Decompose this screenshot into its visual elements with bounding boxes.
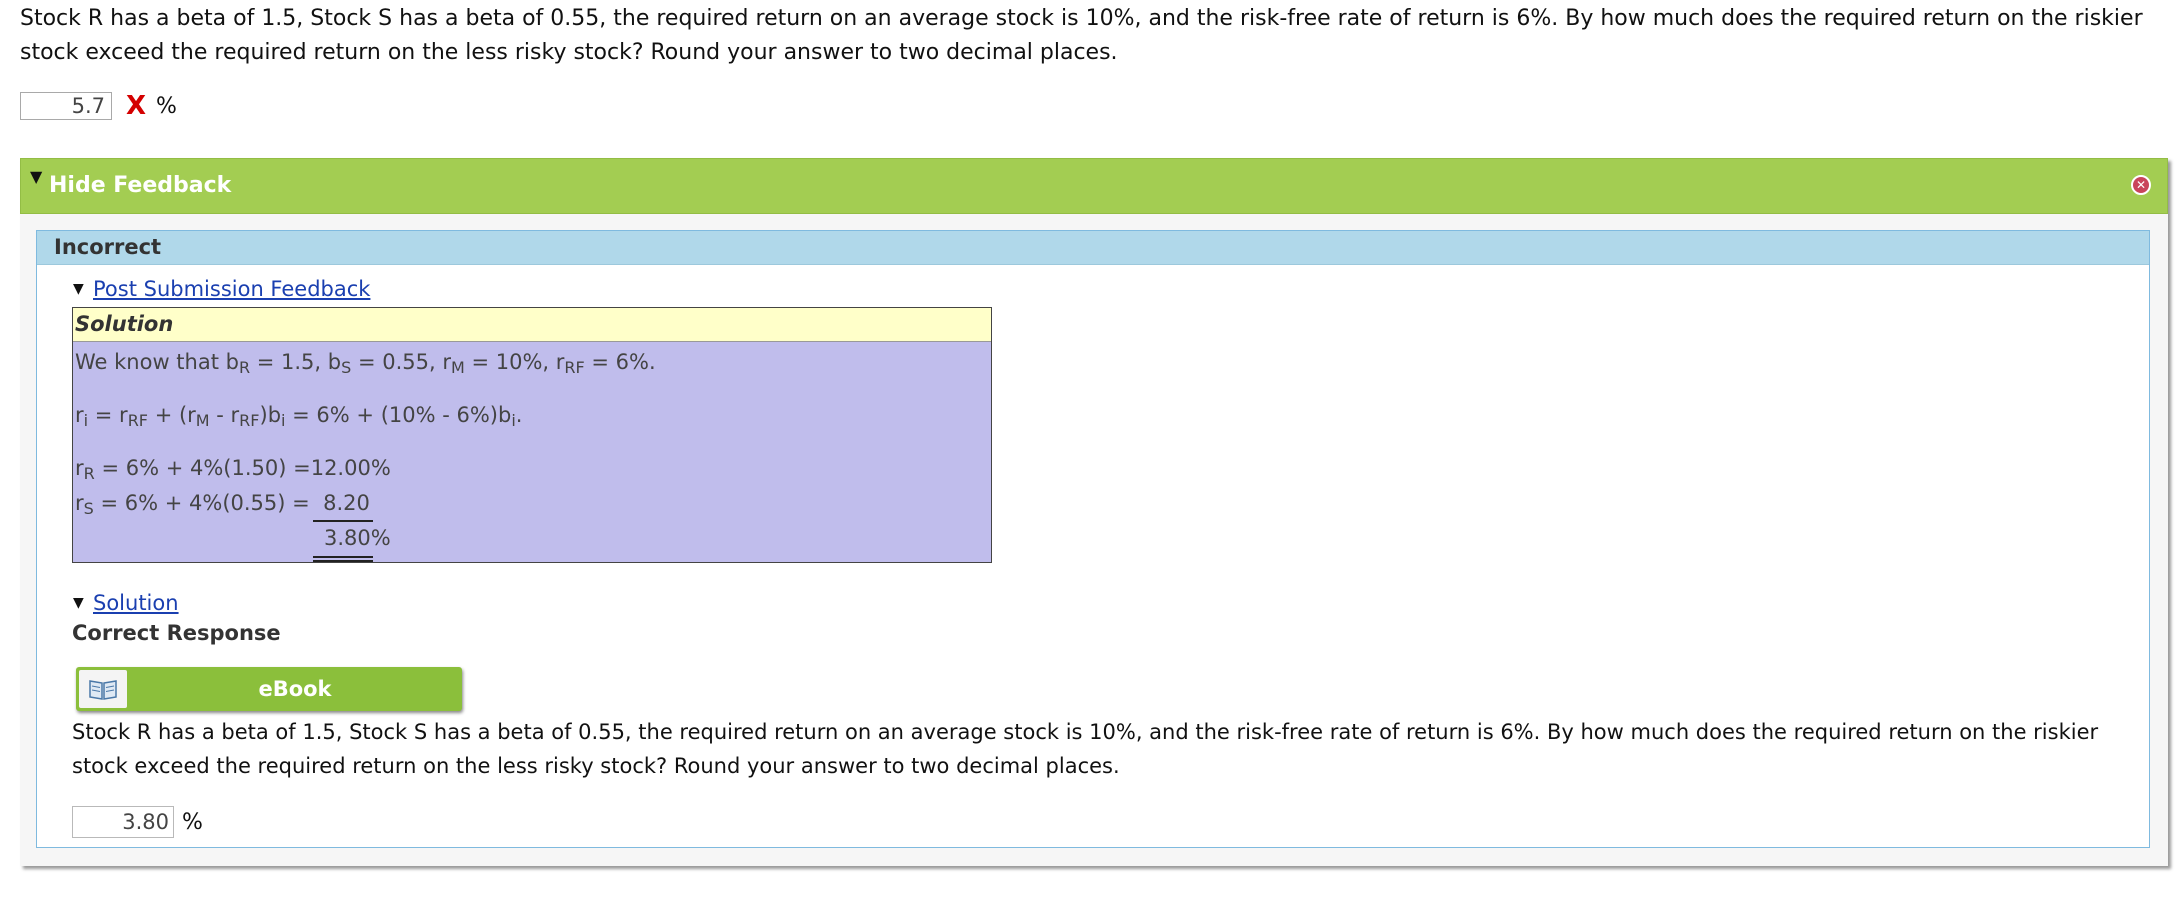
status-bar: Incorrect: [37, 231, 2149, 265]
double-underline: [313, 556, 373, 558]
page: Stock R has a beta of 1.5, Stock S has a…: [0, 0, 2182, 902]
ebook-button[interactable]: eBook: [76, 667, 462, 711]
double-underline: [313, 560, 373, 562]
disclosure-triangle-icon[interactable]: ▼: [73, 595, 84, 611]
hide-feedback-toggle[interactable]: Hide Feedback: [49, 173, 231, 198]
post-submission-feedback-link[interactable]: Post Submission Feedback: [93, 277, 370, 301]
ebook-label: eBook: [258, 677, 332, 701]
feedback-body: Incorrect ▼ Post Submission Feedback Sol…: [36, 230, 2150, 848]
solution-link[interactable]: Solution: [93, 591, 179, 615]
close-icon[interactable]: ✕: [2131, 175, 2151, 195]
correct-answer-row: 3.80 %: [72, 806, 203, 838]
solution-line-givens: We know that bR = 1.5, bS = 0.55, rM = 1…: [75, 350, 656, 377]
book-icon: [79, 670, 127, 708]
disclosure-triangle-icon: ▼: [30, 167, 43, 186]
answer-row: 5.7 X %: [20, 90, 177, 122]
feedback-header[interactable]: ▼ Hide Feedback ✕: [20, 158, 2168, 214]
solution-line-difference: 3.80%: [324, 526, 391, 550]
feedback-panel: ▼ Hide Feedback ✕ Incorrect ▼ Post Submi…: [20, 158, 2168, 866]
disclosure-triangle-icon[interactable]: ▼: [73, 281, 84, 297]
correct-answer-field: 3.80: [72, 806, 174, 838]
answer-unit: %: [156, 93, 177, 119]
solution-line-r-r: rR = 6% + 4%(1.50) =12.00%: [75, 456, 391, 483]
correct-response-label: Correct Response: [72, 621, 281, 645]
question-text: Stock R has a beta of 1.5, Stock S has a…: [20, 6, 2143, 65]
solution-line-formula: ri = rRF + (rM - rRF)bi = 6% + (10% - 6%…: [75, 403, 523, 430]
solution-box: Solution We know that bR = 1.5, bS = 0.5…: [72, 307, 992, 563]
subtraction-underline: [313, 520, 373, 522]
correct-answer-unit: %: [182, 809, 203, 835]
correct-response-question: Stock R has a beta of 1.5, Stock S has a…: [72, 720, 2099, 778]
solution-header: Solution: [73, 308, 991, 342]
incorrect-icon: X: [126, 91, 147, 121]
solution-line-r-s: rS = 6% + 4%(0.55) = 8.20: [75, 491, 370, 518]
answer-input[interactable]: 5.7: [20, 92, 112, 120]
